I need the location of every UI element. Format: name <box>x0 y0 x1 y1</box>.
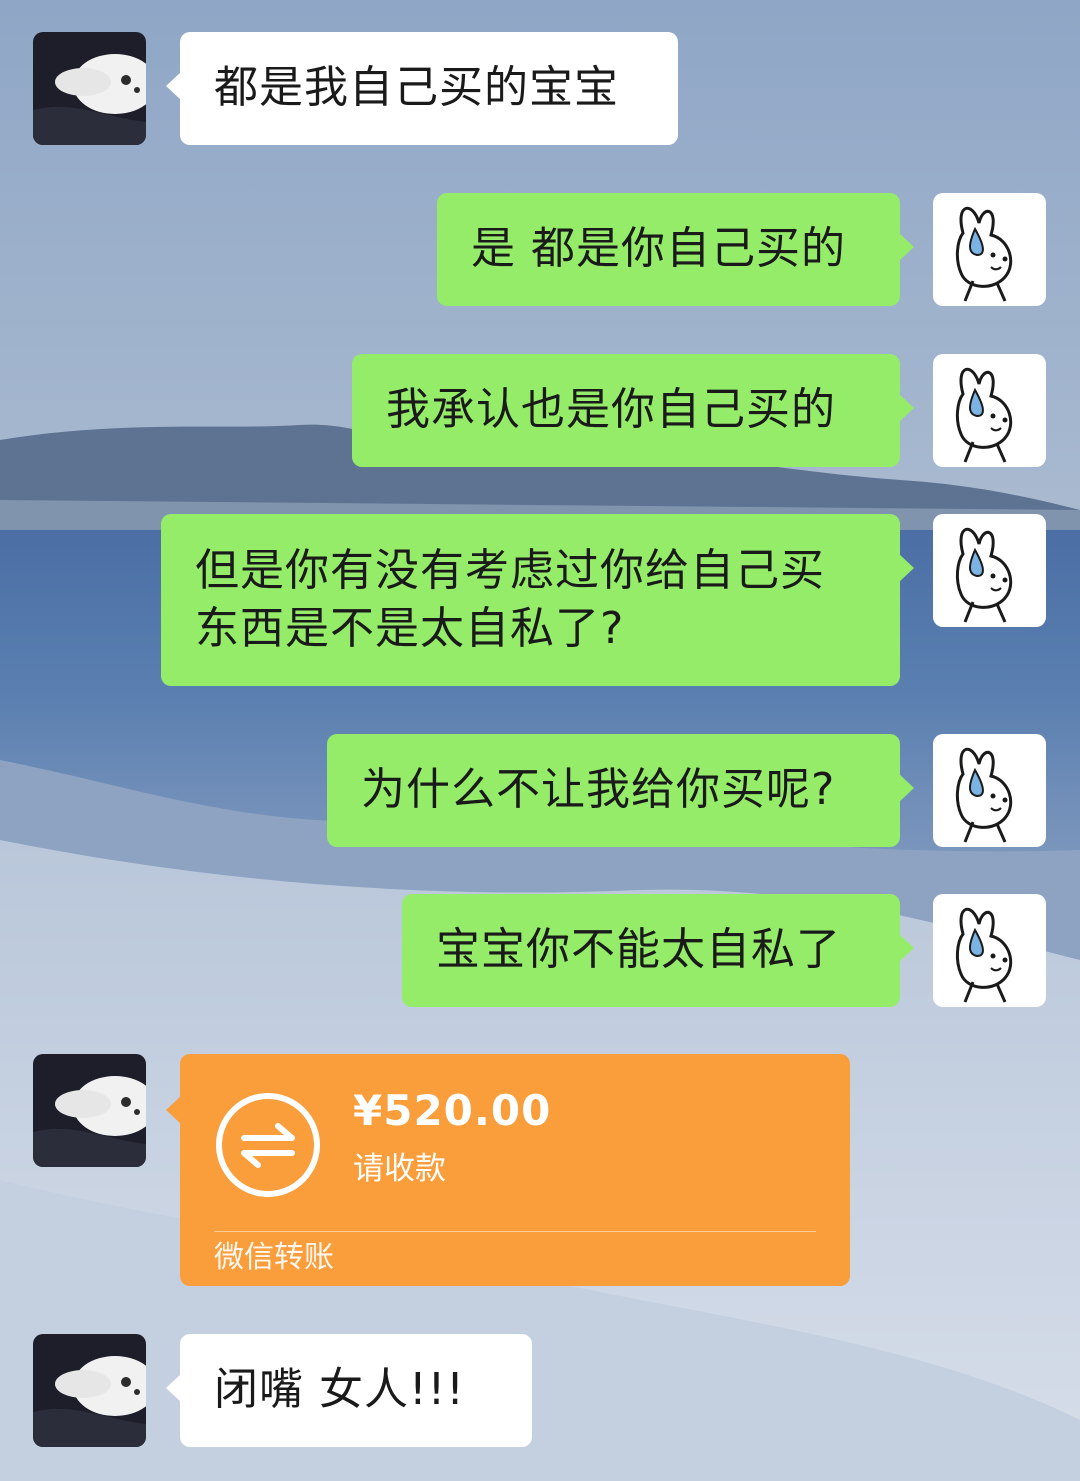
transfer-divider <box>214 1231 816 1232</box>
message-bubble[interactable]: 闭嘴 女人!!! <box>166 1334 532 1447</box>
message-row-received: 闭嘴 女人!!! <box>0 1334 1080 1447</box>
transfer-arrows-icon <box>216 1093 320 1197</box>
bunny-sweat-avatar-icon <box>933 354 1046 467</box>
message-text: 都是我自己买的宝宝 <box>214 62 619 113</box>
message-text: 是 都是你自己买的 <box>471 223 846 274</box>
white-cat-avatar-icon <box>33 1334 146 1447</box>
message-text: 宝宝你不能太自私了 <box>436 924 841 975</box>
contact-avatar[interactable] <box>33 1334 146 1447</box>
transfer-status: 请收款 <box>353 1151 446 1187</box>
message-bubble[interactable]: 为什么不让我给你买呢? <box>327 734 914 847</box>
message-row-sent: 是 都是你自己买的 <box>0 193 1080 306</box>
message-row-sent: 为什么不让我给你买呢? <box>0 734 1080 847</box>
message-bubble[interactable]: 都是我自己买的宝宝 <box>166 32 678 145</box>
bubble-tail <box>166 72 181 100</box>
bubble-tail <box>166 1374 181 1402</box>
my-avatar[interactable] <box>933 354 1046 467</box>
contact-avatar[interactable] <box>33 32 146 145</box>
transfer-card[interactable]: ¥520.00 请收款 微信转账 <box>166 1054 850 1286</box>
message-bubble[interactable]: 宝宝你不能太自私了 <box>402 894 914 1007</box>
message-text-line: 东西是不是太自私了? <box>195 603 625 654</box>
message-row-sent: 但是你有没有考虑过你给自己买 东西是不是太自私了? <box>0 514 1080 686</box>
bubble-tail <box>899 774 914 802</box>
message-text: 闭嘴 女人!!! <box>214 1364 465 1415</box>
message-row-sent: 我承认也是你自己买的 <box>0 354 1080 467</box>
my-avatar[interactable] <box>933 193 1046 306</box>
bubble-tail <box>899 233 914 261</box>
my-avatar[interactable] <box>933 514 1046 627</box>
message-row-sent: 宝宝你不能太自私了 <box>0 894 1080 1007</box>
message-text: 我承认也是你自己买的 <box>386 384 836 435</box>
white-cat-avatar-icon <box>33 1054 146 1167</box>
contact-avatar[interactable] <box>33 1054 146 1167</box>
message-bubble[interactable]: 是 都是你自己买的 <box>437 193 914 306</box>
transfer-amount: ¥520.00 <box>353 1086 552 1135</box>
bunny-sweat-avatar-icon <box>933 514 1046 627</box>
message-bubble[interactable]: 我承认也是你自己买的 <box>352 354 914 467</box>
bubble-tail <box>899 394 914 422</box>
bunny-sweat-avatar-icon <box>933 193 1046 306</box>
bunny-sweat-avatar-icon <box>933 894 1046 1007</box>
my-avatar[interactable] <box>933 734 1046 847</box>
message-text-line: 但是你有没有考虑过你给自己买 <box>195 545 825 596</box>
my-avatar[interactable] <box>933 894 1046 1007</box>
white-cat-avatar-icon <box>33 32 146 145</box>
bubble-tail <box>899 554 914 582</box>
message-bubble[interactable]: 但是你有没有考虑过你给自己买 东西是不是太自私了? <box>161 514 914 686</box>
bubble-tail <box>166 1096 181 1124</box>
message-text: 为什么不让我给你买呢? <box>361 764 836 815</box>
message-row-received: 都是我自己买的宝宝 <box>0 32 1080 145</box>
transfer-footer-label: 微信转账 <box>214 1240 334 1275</box>
bunny-sweat-avatar-icon <box>933 734 1046 847</box>
bubble-tail <box>899 934 914 962</box>
